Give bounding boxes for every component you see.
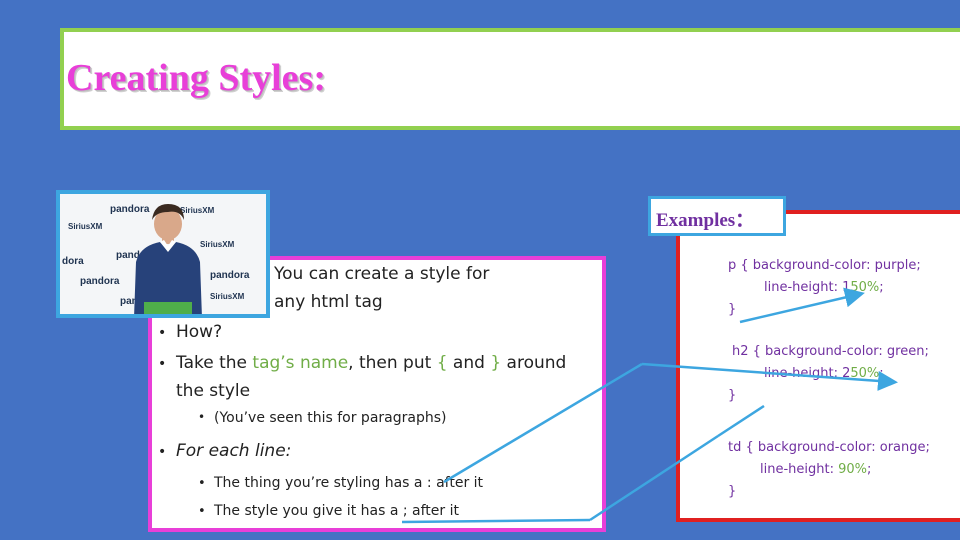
td-rule-line2: line-height: 90%; [760, 462, 872, 477]
td-rule-line1: td { background-color: orange; [728, 440, 930, 455]
style-text: The style you give it has a ; after it [214, 503, 459, 519]
h2-rule-close: } [728, 388, 737, 403]
bullet-icon: • [158, 444, 167, 460]
bullet-icon: • [198, 476, 206, 491]
take-text-line2: the style [176, 381, 251, 401]
how-text: How? [176, 322, 223, 342]
h2-rule-line2: line-height: 250%; [764, 366, 884, 381]
intro-text-line1: You can create a style for [274, 264, 490, 284]
h2-rule-line1: h2 { background-color: green; [732, 344, 929, 359]
bullet-icon: • [198, 504, 206, 519]
bullet-icon: • [158, 325, 167, 341]
intro-text-line2: any html tag [274, 292, 383, 312]
take-text-line1: Take the tag’s name, then put { and } ar… [176, 353, 567, 373]
bullet-icon: • [198, 410, 206, 424]
celebrity-photo: pandora SiriusXM SiriusXM pandora Sirius… [56, 190, 270, 318]
thing-text: The thing you’re styling has a : after i… [214, 475, 484, 491]
person-figure [134, 204, 202, 314]
td-rule-close: } [728, 484, 737, 499]
slide-title: Creating Styles: [66, 57, 326, 99]
examples-label: Examples： [656, 210, 755, 231]
bullet-icon: • [158, 356, 167, 372]
seen-text: (You’ve seen this for paragraphs) [214, 410, 447, 426]
for-each-text: For each line: [176, 441, 292, 461]
examples-panel: p { background-color: purple; line-heigh… [676, 210, 960, 522]
p-rule-line1: p { background-color: purple; [728, 258, 921, 273]
p-rule-line2: line-height: 150%; [764, 280, 884, 295]
p-rule-close: } [728, 302, 737, 317]
